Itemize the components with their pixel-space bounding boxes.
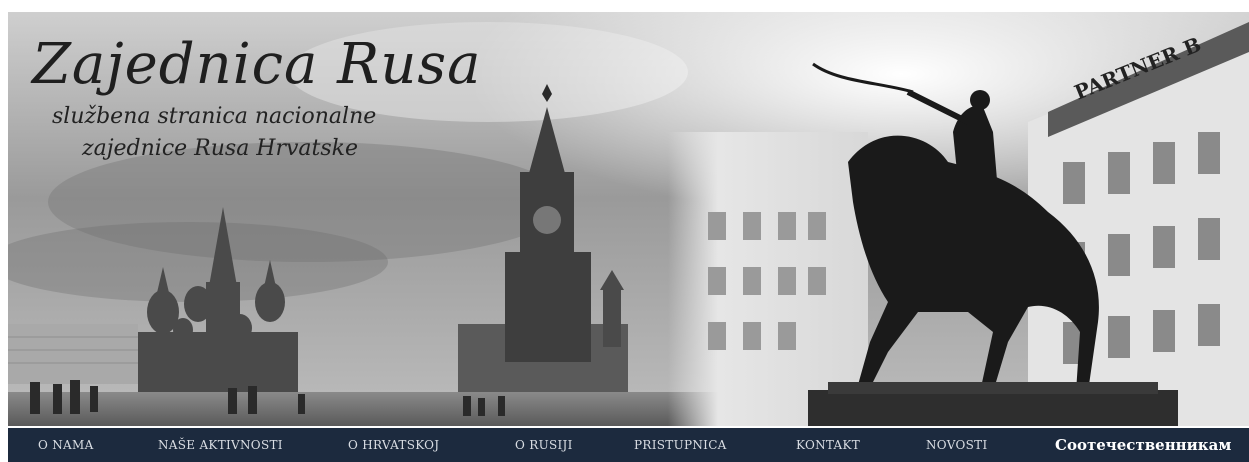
nav-item-pristupnica[interactable]: PRISTUPNICA	[634, 428, 727, 462]
nav-item-o-nama[interactable]: O NAMA	[38, 428, 94, 462]
nav-item-nase-aktivnosti[interactable]: NAŠE AKTIVNOSTI	[158, 428, 283, 462]
nav-item-o-rusiji[interactable]: O RUSIJI	[515, 428, 573, 462]
site-subtitle-line2: zajednice Rusa Hrvatske	[82, 136, 359, 161]
header-banner: PARTNER B Zajednica Rusa službena strani…	[8, 12, 1249, 426]
nav-item-kontakt[interactable]: KONTAKT	[796, 428, 860, 462]
nav-item-novosti[interactable]: NOVOSTI	[926, 428, 988, 462]
nav-item-o-hrvatskoj[interactable]: O HRVATSKOJ	[348, 428, 439, 462]
nav-item-compatriots[interactable]: Соотечественникам	[1055, 428, 1231, 462]
site-title: Zajednica Rusa	[32, 32, 482, 97]
main-navigation: O NAMA NAŠE AKTIVNOSTI O HRVATSKOJ O RUS…	[8, 428, 1249, 462]
site-subtitle-line1: službena stranica nacionalne	[52, 104, 377, 129]
